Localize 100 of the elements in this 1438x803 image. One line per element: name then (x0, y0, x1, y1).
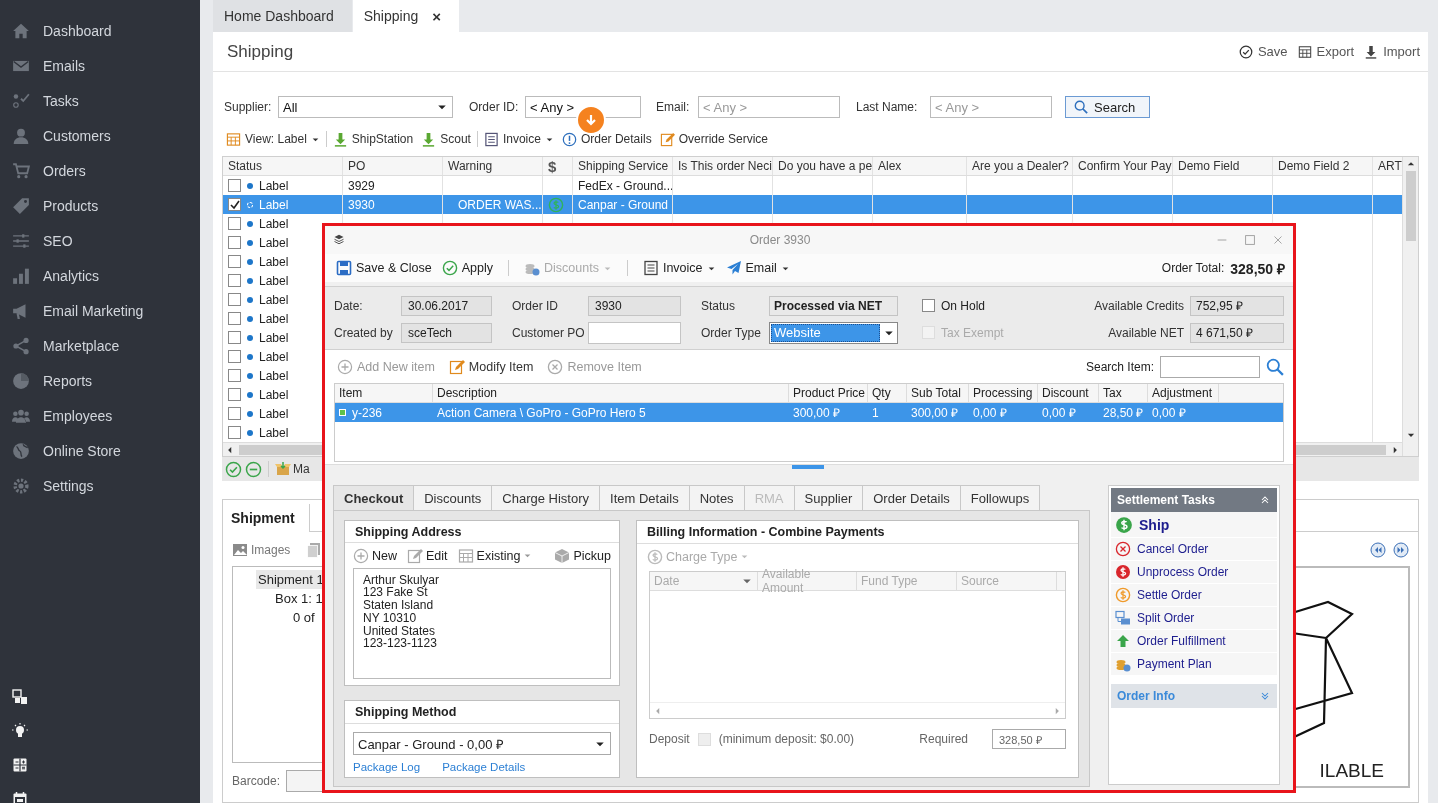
row-checkbox[interactable] (228, 198, 241, 211)
row-checkbox[interactable] (228, 274, 241, 287)
toolbar-button[interactable]: Images (232, 542, 291, 558)
row-checkbox[interactable] (228, 255, 241, 268)
toolbar-button[interactable]: ShipStation (328, 131, 418, 147)
toolbar-button[interactable]: Ma (275, 461, 310, 477)
sidebar-item[interactable]: Reports (0, 363, 93, 398)
search-button[interactable]: Search (1065, 96, 1151, 118)
column-header[interactable]: Is This order Neci (678, 159, 772, 173)
sidebar-item[interactable]: Dashboard (0, 13, 112, 48)
checkbox[interactable]: On Hold (922, 298, 986, 313)
column-header[interactable]: Alex (878, 159, 902, 173)
column-header[interactable]: PO (348, 159, 366, 173)
column-header[interactable]: Qty (872, 386, 891, 400)
toolbar-button[interactable]: Override Service (655, 131, 772, 147)
sidebar-item[interactable]: Employees (0, 398, 113, 433)
toolbar-button[interactable]: Pickup (554, 547, 611, 564)
scrollbar[interactable] (1402, 157, 1418, 456)
column-header[interactable]: Demo Field 2 (1278, 159, 1350, 173)
sidebar-item[interactable]: Online Store (0, 433, 121, 468)
row-checkbox[interactable] (228, 331, 241, 344)
sidebar-item[interactable]: Tasks (0, 83, 79, 118)
checkbox[interactable] (697, 732, 711, 746)
toolbar-button[interactable]: Edit (407, 547, 448, 564)
column-header[interactable]: Confirm Your Pay (1078, 159, 1172, 173)
tab[interactable]: Shipment (223, 504, 310, 532)
toolbar-button[interactable]: View: Label (222, 131, 324, 147)
sidebar-item[interactable]: Analytics (0, 258, 100, 293)
task-link[interactable]: Split Order (1111, 607, 1277, 630)
column-header[interactable]: Tax (1103, 386, 1122, 400)
sidebar-item[interactable]: Email Marketing (0, 293, 144, 328)
input-field[interactable] (588, 321, 681, 344)
sidebar-item[interactable]: Settings (0, 468, 94, 503)
column-header[interactable]: Shipping Service (578, 159, 669, 173)
toolbar-button[interactable]: Existing (457, 547, 533, 564)
column-header[interactable]: Status (228, 159, 263, 173)
column-header[interactable]: Do you have a pe (778, 159, 872, 173)
tab[interactable]: Home Dashboard (213, 0, 352, 32)
column-header[interactable]: Processing (973, 386, 1033, 400)
column-header[interactable]: Discount (1042, 386, 1089, 400)
column-header[interactable]: Warning (448, 159, 493, 173)
toolbar-button[interactable]: Apply (438, 260, 496, 276)
panel-header[interactable]: Settlement Tasks (1111, 488, 1277, 512)
search-field[interactable] (1160, 356, 1260, 378)
row-checkbox[interactable] (228, 350, 241, 363)
toolbar-button[interactable]: New (353, 547, 397, 564)
column-header[interactable]: Item (339, 386, 363, 400)
toolbar-button[interactable]: Modify Item (445, 359, 537, 375)
toolbar-button[interactable]: Order Details (557, 131, 656, 147)
column-header[interactable]: Description (437, 386, 498, 400)
row-checkbox[interactable] (228, 236, 241, 249)
dropdown[interactable]: All (278, 96, 453, 118)
task-link[interactable]: Unprocess Order (1111, 561, 1277, 584)
row-checkbox[interactable] (228, 312, 241, 325)
link[interactable]: Package Log (353, 761, 421, 773)
toolbar-button[interactable]: Save & Close (333, 260, 435, 276)
sidebar-item[interactable]: SEO (0, 223, 73, 258)
toolbar-button[interactable]: Email (722, 260, 793, 276)
row-checkbox[interactable] (228, 179, 241, 192)
task-link[interactable]: Ship (1111, 512, 1277, 538)
sidebar-item[interactable]: Emails (0, 48, 85, 83)
row-checkbox[interactable] (228, 369, 241, 382)
address-field[interactable]: Arthur Skulyar 123 Fake St Staten Island NY 10310 United States 123-123-1123 (353, 567, 611, 679)
close-icon[interactable]: × (432, 7, 441, 25)
column-header[interactable]: ART (1378, 159, 1402, 173)
row-checkbox[interactable] (228, 388, 241, 401)
input-field[interactable]: 328,50 ₽ (992, 729, 1066, 749)
splitter-handle[interactable] (791, 465, 824, 469)
toolbar-button[interactable]: Save (1238, 44, 1288, 59)
column-header[interactable]: Product Price (793, 386, 866, 400)
row-checkbox[interactable] (228, 407, 241, 420)
row-checkbox[interactable] (228, 217, 241, 230)
row-checkbox[interactable] (228, 293, 241, 306)
column-header[interactable]: Sub Total (911, 386, 961, 400)
column-header[interactable]: Demo Field (1178, 159, 1240, 173)
sidebar-item[interactable]: Orders (0, 153, 86, 188)
task-link[interactable]: Cancel Order (1111, 538, 1277, 561)
toolbar-button[interactable]: Scout (417, 131, 475, 147)
scrollbar-thumb[interactable] (1405, 171, 1416, 241)
toolbar-button[interactable]: Import (1364, 44, 1420, 59)
task-link[interactable]: Settle Order (1111, 584, 1277, 607)
row-checkbox[interactable] (228, 426, 241, 439)
toolbar-button[interactable]: Export (1297, 44, 1355, 59)
tree-node[interactable]: Box 1: 1 (275, 589, 323, 608)
link[interactable]: Package Details (442, 761, 526, 773)
toolbar-button[interactable]: Invoice (479, 131, 558, 147)
tree-node[interactable]: 0 of (293, 608, 315, 627)
column-header[interactable]: $ (548, 157, 557, 175)
sidebar-item[interactable]: Marketplace (0, 328, 120, 363)
tab[interactable]: Checkout (333, 485, 415, 510)
toolbar-button[interactable]: Invoice (639, 260, 719, 276)
sidebar-item[interactable]: Products (0, 188, 99, 223)
task-link[interactable]: Order Fulfillment (1111, 630, 1277, 653)
tab[interactable]: Followups (959, 485, 1041, 510)
dropdown[interactable]: Canpar - Ground - 0,00 ₽ (353, 732, 611, 755)
column-header[interactable]: Are you a Dealer? (972, 159, 1069, 173)
column-header[interactable]: Adjustment (1152, 386, 1213, 400)
sidebar-item[interactable]: Customers (0, 118, 111, 153)
task-link[interactable]: Payment Plan (1111, 653, 1277, 676)
tab[interactable]: Shipping × (352, 0, 459, 32)
